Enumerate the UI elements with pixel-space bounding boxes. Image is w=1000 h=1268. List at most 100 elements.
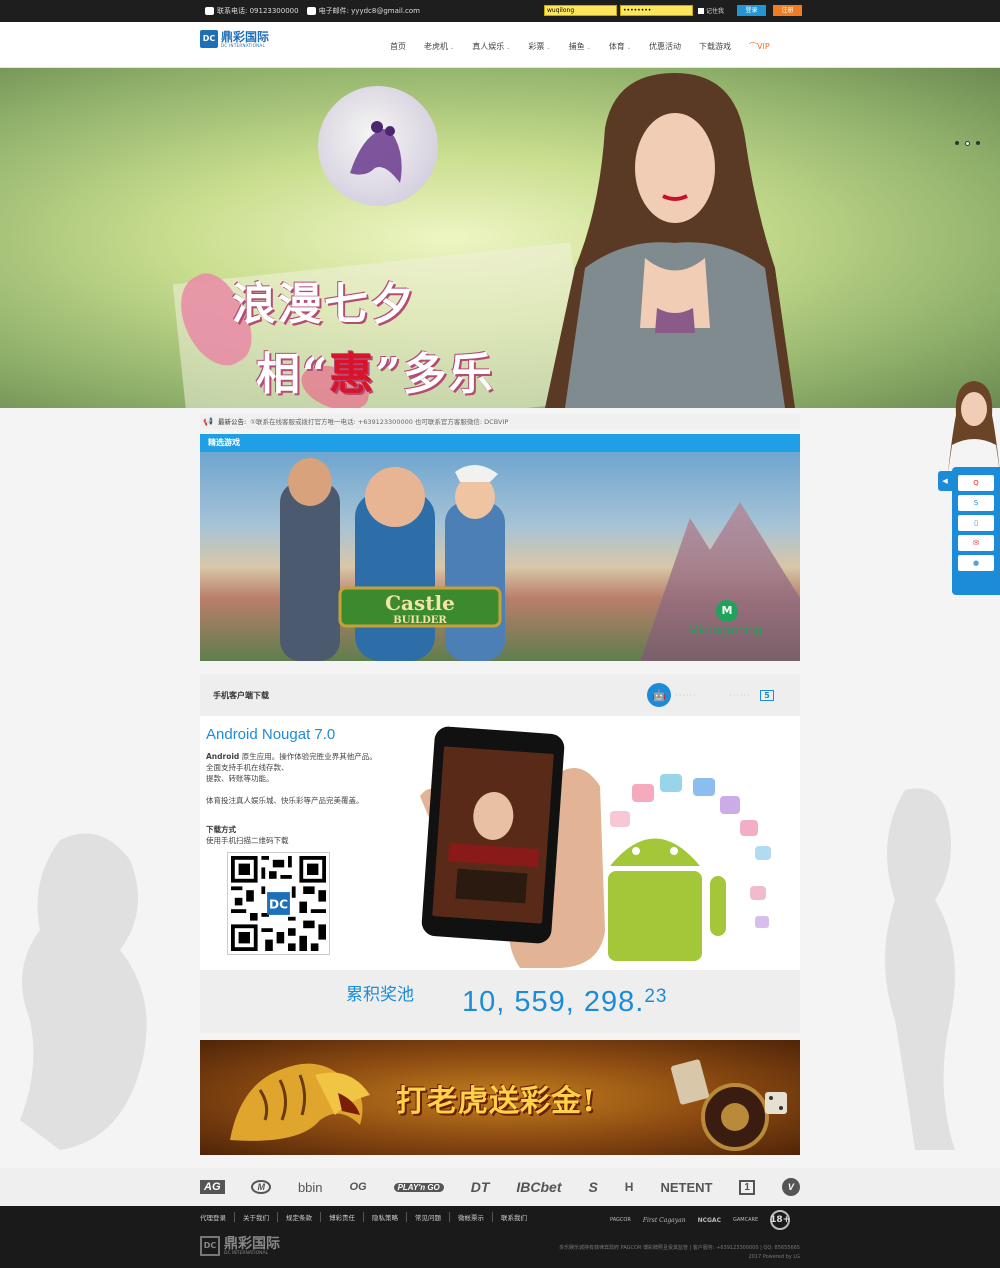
qr-code[interactable]: DC: [227, 852, 330, 955]
service-collapse-tab[interactable]: ◀: [938, 471, 952, 491]
nav-live-casino[interactable]: 真人娱乐 ⌄: [472, 41, 510, 52]
ios-tab[interactable]: [701, 683, 725, 707]
footer-link-faq[interactable]: 常见问题: [407, 1212, 450, 1222]
provider-name: Microgaming: [688, 622, 763, 637]
platform-switcher: 🤖 ······ ······ 5: [647, 683, 779, 707]
nav-home[interactable]: 首页: [390, 41, 406, 52]
footer-logo-cn: 鼎彩国际: [224, 1235, 280, 1252]
background-model-left: [20, 833, 147, 1150]
partner-logo-h[interactable]: H: [625, 1180, 634, 1194]
qq-button[interactable]: Q: [958, 475, 994, 491]
footer-link-privacy[interactable]: 隐私策略: [364, 1212, 407, 1222]
nav-download[interactable]: 下载游戏: [699, 41, 731, 52]
remember-me[interactable]: 记住我: [698, 6, 724, 15]
ncgac-logo: NCGAC: [697, 1216, 721, 1224]
slot-promo-banner[interactable]: 打老虎送彩金!: [200, 1040, 800, 1155]
footer-link-about[interactable]: 关于我们: [235, 1212, 278, 1222]
email-label: 电子邮件: yyydc8@gmail.com: [318, 7, 420, 15]
desc-text: 原生应用。操作体验完胜业界其他产品。: [239, 752, 377, 761]
skype-button[interactable]: S: [958, 495, 994, 511]
slider-dot[interactable]: [955, 141, 959, 145]
download-method-hint: 使用手机扫描二维码下载: [206, 836, 289, 845]
login-button[interactable]: 登录: [737, 5, 767, 16]
chevron-down-icon: ⌄: [586, 45, 591, 51]
service-panel: Q S ▯ ✉ ●: [952, 467, 1000, 595]
logo-en: DC INTERNATIONAL: [221, 42, 266, 48]
login-form: 记住我 登录 注册: [544, 5, 803, 16]
ticker-label: 最新公告:: [218, 418, 247, 426]
nav-sports[interactable]: 体育 ⌄: [609, 41, 631, 52]
partner-logo-bbin[interactable]: bbin: [298, 1180, 323, 1195]
chat-button[interactable]: ●: [958, 555, 994, 571]
mobile-icon: ▯: [974, 519, 978, 527]
username-input[interactable]: [544, 5, 617, 16]
featured-game-banner[interactable]: Castle BUILDER M Microgaming: [200, 452, 800, 661]
chevron-down-icon: ⌄: [626, 45, 632, 51]
nav-label: 捕鱼: [568, 42, 585, 51]
partner-logo-ibcbet[interactable]: IBCbet: [516, 1179, 561, 1195]
announcement-ticker[interactable]: 📢 最新公告: ①联系在线客服或拨打官方唯一电话: +639123300000 …: [200, 413, 800, 429]
casino-items-image: [671, 1059, 787, 1151]
pagcor-logo: PAGCOR: [610, 1217, 631, 1223]
age-18-badge: 18+: [770, 1210, 790, 1230]
ticker-text: ①联系在线客服或拨打官方唯一电话: +639123300000 也可联系官方客服…: [250, 418, 509, 426]
partner-logo-netent[interactable]: NETENT: [660, 1180, 712, 1195]
footer-link-agent-login[interactable]: 代理登录: [200, 1212, 235, 1222]
promo-title: 打老虎送彩金!: [396, 1084, 597, 1119]
footer-link-demo[interactable]: 微帐票示: [450, 1212, 493, 1222]
partner-logo-mg[interactable]: M: [251, 1180, 271, 1194]
remember-label: 记住我: [706, 8, 725, 15]
android-tab[interactable]: 🤖: [647, 683, 671, 707]
jackpot-amount-main: 10, 559, 298.: [462, 986, 645, 1018]
android-version: Android Nougat 7.0: [206, 726, 336, 743]
mobile-download-header: 手机客户端下载 🤖 ······ ······ 5: [200, 674, 800, 716]
chevron-down-icon: ⌄: [506, 45, 511, 51]
nav-fishing[interactable]: 捕鱼 ⌄: [569, 41, 591, 52]
skype-icon: S: [973, 499, 979, 507]
golden-tiger-image: [230, 1063, 370, 1141]
footer-link-contact[interactable]: 联系我们: [493, 1212, 535, 1222]
slider-dot[interactable]: [976, 141, 980, 145]
top-bar: 联系电话: 09123300000 电子邮件: yyydc8@gmail.com…: [0, 0, 1000, 22]
mobile-button[interactable]: ▯: [958, 515, 994, 531]
mountain-scenery: [640, 502, 800, 661]
nav-label: VIP: [757, 42, 770, 51]
nav-vip[interactable]: ⌒VIP: [749, 41, 770, 52]
register-button[interactable]: 注册: [773, 5, 803, 16]
banner-slogan-line1: 浪漫七夕: [232, 279, 416, 330]
site-logo[interactable]: DC 鼎彩国际 DC INTERNATIONAL: [200, 30, 269, 48]
html5-tab[interactable]: 5: [755, 683, 779, 707]
partner-logo-sport[interactable]: S: [588, 1179, 597, 1195]
certification-logos: PAGCOR First Cagayan NCGAC GAMCARE 18+: [610, 1210, 790, 1230]
phone-label: 联系电话: 09123300000: [217, 7, 299, 15]
password-input[interactable]: [620, 5, 693, 16]
nav-lottery[interactable]: 彩票 ⌄: [528, 41, 550, 52]
slider-dot-active[interactable]: [965, 141, 970, 146]
megaphone-icon: 📢: [203, 416, 213, 426]
nav-label: 彩票: [528, 42, 545, 51]
nav-promotions[interactable]: 优惠活动: [649, 41, 681, 52]
partner-logo-v[interactable]: V: [781, 1178, 800, 1196]
copyright: 多乐娱乐城持有菲律宾政府 PAGCOR 博彩牌照且受其监管 | 客户服务: +6…: [559, 1244, 800, 1262]
partner-logo-og[interactable]: OG: [349, 1181, 366, 1193]
chevron-down-icon: ⌄: [450, 45, 455, 51]
nav-label: 真人娱乐: [472, 42, 505, 51]
partner-logo-1[interactable]: 1: [739, 1179, 755, 1195]
jackpot-amount-cents: 23: [644, 986, 668, 1007]
partner-logo-dt[interactable]: DT: [471, 1179, 490, 1195]
android-icon: 🤖: [652, 688, 666, 702]
qq-icon: Q: [973, 479, 979, 487]
partner-logo-playngo[interactable]: PLAY'n GO: [393, 1182, 444, 1192]
email-button[interactable]: ✉: [958, 535, 994, 551]
html5-icon: 5: [760, 689, 774, 701]
footer-link-terms[interactable]: 规定条款: [278, 1212, 321, 1222]
game-name-line2: BUILDER: [393, 615, 447, 626]
remember-checkbox[interactable]: [698, 7, 704, 14]
hero-banner[interactable]: 浪漫七夕 相“惠”多乐: [0, 68, 1000, 408]
partner-logo-ag[interactable]: AG: [200, 1180, 225, 1194]
nav-slots[interactable]: 老虎机 ⌄: [424, 41, 454, 52]
model-photo: [545, 73, 795, 408]
footer-link-responsible[interactable]: 博彩责任: [321, 1212, 364, 1222]
copyright-line: 多乐娱乐城持有菲律宾政府 PAGCOR 博彩牌照且受其监管 | 客户服务: +6…: [559, 1245, 800, 1251]
nav-label: 下载游戏: [699, 42, 732, 51]
